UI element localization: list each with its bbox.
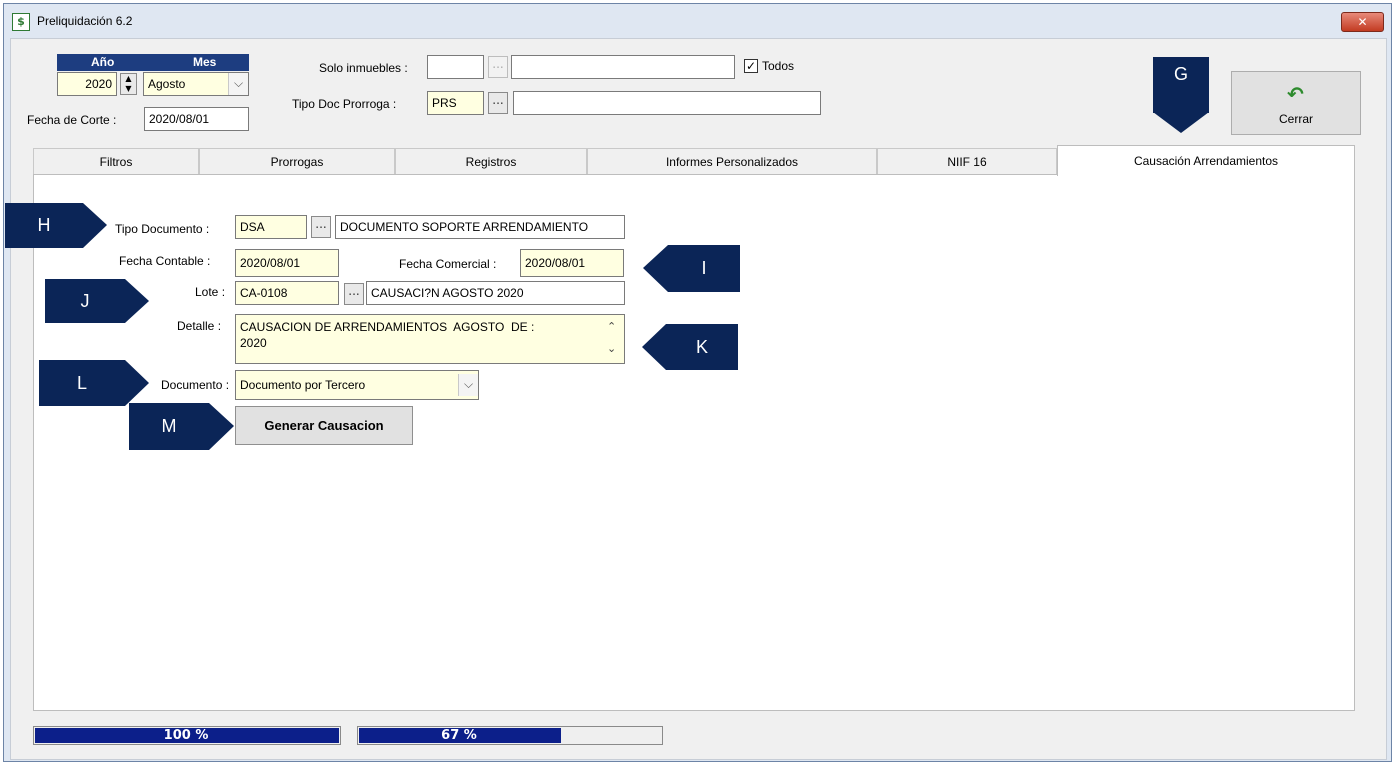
progress-bar-1-text: 100 % bbox=[163, 728, 209, 743]
year-field[interactable]: 2020 bbox=[57, 72, 117, 96]
documento-value: Documento por Tercero bbox=[240, 378, 366, 392]
detalle-label: Detalle : bbox=[177, 319, 222, 333]
progress-bar-2-text: 67 % bbox=[441, 728, 477, 743]
chevron-down-icon[interactable]: ⌵ bbox=[458, 374, 478, 396]
cerrar-label: Cerrar bbox=[1278, 112, 1313, 126]
chevron-down-icon[interactable]: ⌵ bbox=[228, 73, 248, 95]
window-title: Preliquidación 6.2 bbox=[37, 14, 133, 28]
fecha-corte-label: Fecha de Corte : bbox=[27, 113, 117, 127]
solo-inmuebles-desc[interactable] bbox=[511, 55, 735, 79]
fecha-comercial-field[interactable]: 2020/08/01 bbox=[520, 249, 624, 277]
tab-niif-16[interactable]: NIIF 16 bbox=[877, 148, 1057, 175]
tipo-documento-code[interactable]: DSA bbox=[235, 215, 307, 239]
documento-select[interactable]: Documento por Tercero ⌵ bbox=[235, 370, 479, 400]
lote-label: Lote : bbox=[195, 285, 226, 299]
year-label: Año bbox=[91, 55, 115, 69]
tipo-documento-desc[interactable]: DOCUMENTO SOPORTE ARRENDAMIENTO bbox=[335, 215, 625, 239]
generar-causacion-button[interactable]: Generar Causacion bbox=[235, 406, 413, 445]
tab-strip: Filtros Prorrogas Registros Informes Per… bbox=[33, 145, 1355, 176]
callout-m-arrow bbox=[209, 403, 234, 450]
tipo-doc-prorroga-label: Tipo Doc Prorroga : bbox=[292, 97, 397, 111]
year-spinner[interactable]: ▲ ▼ bbox=[120, 73, 137, 95]
tipo-documento-browse-button[interactable]: ... bbox=[311, 216, 331, 238]
scroll-up-icon[interactable]: ⌃ bbox=[607, 320, 616, 333]
callout-h: H bbox=[5, 203, 83, 248]
title-bar: $ Preliquidación 6.2 ✕ bbox=[4, 4, 1391, 38]
todos-label: Todos bbox=[762, 59, 795, 73]
progress-bar-2: 67 % bbox=[357, 726, 663, 745]
todos-checkbox[interactable]: ✓ bbox=[744, 59, 758, 73]
tab-filtros[interactable]: Filtros bbox=[33, 148, 199, 175]
callout-l-arrow bbox=[125, 360, 149, 406]
callout-l: L bbox=[39, 360, 125, 406]
app-icon: $ bbox=[12, 13, 30, 31]
documento-label: Documento : bbox=[161, 378, 230, 392]
tab-registros[interactable]: Registros bbox=[395, 148, 587, 175]
solo-inmuebles-browse-button[interactable]: ... bbox=[488, 56, 508, 78]
fecha-comercial-label: Fecha Comercial : bbox=[399, 257, 497, 271]
month-select[interactable]: Agosto ⌵ bbox=[143, 72, 249, 96]
callout-h-arrow bbox=[83, 203, 107, 248]
client-area: Año Mes 2020 ▲ ▼ Agosto ⌵ Fecha de Corte … bbox=[5, 38, 1387, 760]
tipo-doc-prorroga-browse-button[interactable]: ... bbox=[488, 92, 508, 114]
solo-inmuebles-code[interactable] bbox=[427, 55, 484, 79]
undo-arrow-icon: ↶ bbox=[1287, 82, 1304, 106]
solo-inmuebles-label: Solo inmuebles : bbox=[319, 61, 408, 75]
scroll-down-icon[interactable]: ⌄ bbox=[607, 342, 616, 355]
callout-j-arrow bbox=[125, 279, 149, 323]
tipo-doc-prorroga-desc[interactable] bbox=[513, 91, 821, 115]
lote-code[interactable]: CA-0108 bbox=[235, 281, 339, 305]
callout-m: M bbox=[129, 403, 209, 450]
cerrar-button[interactable]: ↶ Cerrar bbox=[1231, 71, 1361, 135]
app-window: $ Preliquidación 6.2 ✕ Año Mes 2020 ▲ ▼ A… bbox=[3, 3, 1392, 762]
tab-informes-personalizados[interactable]: Informes Personalizados bbox=[587, 148, 877, 175]
callout-i: I bbox=[668, 245, 740, 292]
close-button[interactable]: ✕ bbox=[1341, 12, 1384, 32]
tab-prorrogas[interactable]: Prorrogas bbox=[199, 148, 395, 175]
fecha-contable-field[interactable]: 2020/08/01 bbox=[235, 249, 339, 277]
progress-bar-1: 100 % bbox=[33, 726, 341, 745]
callout-g-arrow bbox=[1153, 112, 1209, 133]
fecha-contable-label: Fecha Contable : bbox=[119, 254, 211, 268]
fecha-corte-field[interactable]: 2020/08/01 bbox=[144, 107, 249, 131]
month-value: Agosto bbox=[148, 77, 186, 91]
callout-k: K bbox=[666, 324, 738, 370]
callout-j: J bbox=[45, 279, 125, 323]
callout-k-arrow bbox=[642, 324, 666, 370]
tipo-doc-prorroga-code[interactable]: PRS bbox=[427, 91, 484, 115]
lote-desc[interactable]: CAUSACI?N AGOSTO 2020 bbox=[366, 281, 625, 305]
lote-browse-button[interactable]: ... bbox=[344, 283, 364, 305]
detalle-textarea[interactable]: CAUSACION DE ARRENDAMIENTOS AGOSTO DE : … bbox=[235, 314, 625, 364]
year-month-header: Año Mes bbox=[57, 54, 249, 71]
month-label: Mes bbox=[193, 55, 217, 69]
tab-causacion-arrendamientos[interactable]: Causación Arrendamientos bbox=[1057, 145, 1355, 176]
callout-i-arrow bbox=[643, 245, 668, 292]
callout-g: G bbox=[1153, 57, 1209, 113]
tipo-documento-label: Tipo Documento : bbox=[115, 222, 210, 236]
